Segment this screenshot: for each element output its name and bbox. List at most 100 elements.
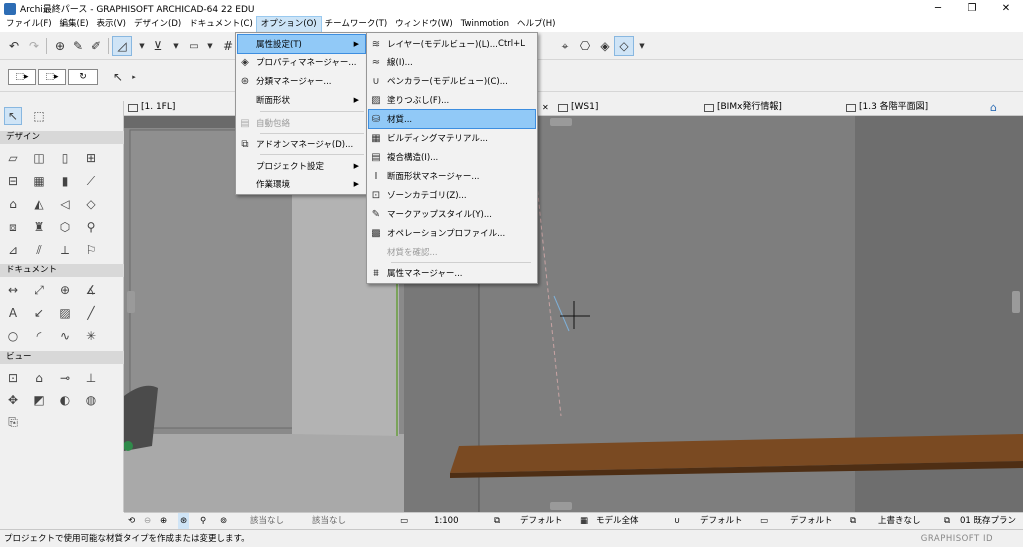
snap-guide-icon[interactable]: ⊻ xyxy=(148,36,168,56)
tab-floor-plans[interactable]: [1.3 各階平面図] xyxy=(846,99,928,116)
menu-item-pen-colors[interactable]: ∪ ペンカラー(モデルビュー)(C)... xyxy=(369,72,535,90)
grid-tool-icon[interactable]: ▦ xyxy=(30,172,48,190)
camera-tool-icon[interactable]: ◍ xyxy=(82,391,100,409)
marquee-mode-icon[interactable]: ⬚▸ xyxy=(38,69,66,85)
close-button[interactable]: ✕ xyxy=(989,0,1023,17)
lamp-tool-icon[interactable]: ⚲ xyxy=(82,218,100,236)
menu-file[interactable]: ファイル(F) xyxy=(2,17,56,32)
menu-item-addon-manager[interactable]: ⧉ アドオンマネージャ(D)... xyxy=(238,135,365,153)
right-edge-handle[interactable] xyxy=(1012,291,1020,313)
skylight-tool-icon[interactable]: ◁ xyxy=(56,195,74,213)
arc-tool-icon[interactable]: ◜ xyxy=(30,327,48,345)
hotspot-tool-icon[interactable]: ✳ xyxy=(82,327,100,345)
3d-document-icon[interactable]: ◐ xyxy=(56,391,74,409)
menu-item-materials[interactable]: ⛁ 材質... xyxy=(368,109,536,129)
redo-icon[interactable]: ↷ xyxy=(24,36,44,56)
menu-item-attribute-settings[interactable]: 属性設定(T) ▶ xyxy=(237,34,366,54)
3d-style-icon[interactable]: ◇ xyxy=(614,36,634,56)
zoom-in-icon[interactable]: ⊕ xyxy=(160,513,167,530)
tab-ws1[interactable]: [WS1] xyxy=(558,99,598,116)
undo-icon[interactable]: ↶ xyxy=(4,36,24,56)
close-tab-icon[interactable]: ✕ xyxy=(542,99,549,116)
renovation-value[interactable]: 01 既存プラン xyxy=(960,513,1016,530)
slab-tool-icon[interactable]: ⟋ xyxy=(82,172,100,190)
selection-mode-icon[interactable]: ⬚▸ xyxy=(8,69,36,85)
fill-tool-icon[interactable]: ▨ xyxy=(56,304,74,322)
menu-edit[interactable]: 編集(E) xyxy=(56,17,93,32)
circle-tool-icon[interactable]: ○ xyxy=(4,327,22,345)
wall-tool-icon[interactable]: ▱ xyxy=(4,149,22,167)
scale-value[interactable]: 1:100 xyxy=(434,513,459,530)
menu-item-zone-categories[interactable]: ⊡ ゾーンカテゴリ(Z)... xyxy=(369,186,535,204)
section-view[interactable]: ビュー xyxy=(0,351,124,364)
door-tool-icon[interactable]: ◫ xyxy=(30,149,48,167)
shell-tool-icon[interactable]: ◭ xyxy=(30,195,48,213)
menu-design[interactable]: デザイン(D) xyxy=(130,17,185,32)
elevation-view-icon[interactable]: ⌂ xyxy=(30,369,48,387)
column-tool-icon[interactable]: ▯ xyxy=(56,149,74,167)
level-dimension-icon[interactable]: ⤢ xyxy=(30,281,48,299)
dropdown-arrow-icon[interactable]: ▸ xyxy=(124,67,144,87)
elevation-tool-icon[interactable]: ⊕ xyxy=(56,281,74,299)
marquee-tool-icon[interactable]: ⬚ xyxy=(30,107,48,125)
detail-tool-icon[interactable]: ✥ xyxy=(4,391,22,409)
model-view-value[interactable]: モデル全体 xyxy=(596,513,639,530)
menu-item-layers[interactable]: ≋ レイヤー(モデルビュー)(L)... Ctrl+L xyxy=(369,35,535,53)
roof-tool-icon[interactable]: ⌂ xyxy=(4,195,22,213)
tab-1fl[interactable]: [1. 1FL] xyxy=(128,99,175,116)
rotate-view-icon[interactable]: ↻ xyxy=(68,69,98,85)
curtain-wall-icon[interactable]: ⊟ xyxy=(4,172,22,190)
menu-item-fills[interactable]: ▨ 塗りつぶし(F)... xyxy=(369,91,535,109)
redo-zoom-label[interactable]: 該当なし xyxy=(312,513,346,530)
menu-item-attribute-manager[interactable]: ⩩ 属性マネージャー... xyxy=(369,264,535,282)
guide-line-icon[interactable]: ◿ xyxy=(112,36,132,56)
eyedropper-icon[interactable]: ✎ xyxy=(68,36,88,56)
undo-zoom-label[interactable]: 該当なし xyxy=(250,513,284,530)
menu-help[interactable]: ヘルプ(H) xyxy=(513,17,560,32)
menu-item-project-settings[interactable]: プロジェクト設定 ▶ xyxy=(238,157,365,175)
text-tool-icon[interactable]: A xyxy=(4,304,22,322)
section-tool-icon[interactable]: ⊡ xyxy=(4,369,22,387)
angle-dimension-icon[interactable]: ∡ xyxy=(82,281,100,299)
fit-icon[interactable]: ⊚ xyxy=(220,513,227,530)
home-icon[interactable]: ⌂ xyxy=(990,99,997,116)
pick-up-icon[interactable]: ⊕ xyxy=(50,36,70,56)
menu-options[interactable]: オプション(O) xyxy=(255,16,322,33)
worksheet-tool-icon[interactable]: ⊥ xyxy=(82,369,100,387)
morph-tool-icon[interactable]: ◇ xyxy=(82,195,100,213)
menu-item-composites[interactable]: ▤ 複合構造(I)... xyxy=(369,148,535,166)
menu-item-building-materials[interactable]: ▦ ビルディングマテリアル... xyxy=(369,129,535,147)
view-icon[interactable]: ⌖ xyxy=(555,36,575,56)
dropdown-arrow-icon[interactable]: ▼ xyxy=(200,36,220,56)
zone-tool-icon[interactable]: ⬡ xyxy=(56,218,74,236)
menu-document[interactable]: ドキュメント(C) xyxy=(185,17,257,32)
line-tool-icon[interactable]: ╱ xyxy=(82,304,100,322)
top-edge-handle[interactable] xyxy=(550,118,572,126)
dimension-value[interactable]: デフォルト xyxy=(790,513,833,530)
tab-bimx[interactable]: [BIMx発行情報] xyxy=(704,99,782,116)
menu-item-profile[interactable]: 断面形状 ▶ xyxy=(238,91,365,109)
left-edge-handle[interactable] xyxy=(127,291,135,313)
menu-item-markup-styles[interactable]: ✎ マークアップスタイル(Y)... xyxy=(369,205,535,223)
menu-item-property-manager[interactable]: ◈ プロパティマネージャー... xyxy=(238,53,365,71)
camera-icon[interactable]: ⎔ xyxy=(575,36,595,56)
change-tool-icon[interactable]: ◩ xyxy=(30,391,48,409)
section-document[interactable]: ドキュメント xyxy=(0,264,124,277)
rotate-icon[interactable]: ⟲ xyxy=(128,513,135,530)
syringe-icon[interactable]: ✐ xyxy=(86,36,106,56)
orbit-icon[interactable]: ⊛ xyxy=(178,513,190,530)
menu-item-lines[interactable]: ≈ 線(I)... xyxy=(369,53,535,71)
dropdown-arrow-icon[interactable]: ▼ xyxy=(632,36,652,56)
railing-tool-icon[interactable]: ⫽ xyxy=(30,241,48,259)
camera-path-icon[interactable]: ⎘ xyxy=(4,413,22,431)
layer-combo-value[interactable]: デフォルト xyxy=(520,513,563,530)
minimize-button[interactable]: ─ xyxy=(921,0,955,17)
menu-view[interactable]: 表示(V) xyxy=(93,17,130,32)
object-tool-icon[interactable]: ♜ xyxy=(30,218,48,236)
walk-icon[interactable]: ⚲ xyxy=(200,513,206,530)
pin-tool-icon[interactable]: ⚐ xyxy=(82,241,100,259)
spline-tool-icon[interactable]: ∿ xyxy=(56,327,74,345)
dimension-tool-icon[interactable]: ↔ xyxy=(4,281,22,299)
menu-item-classification-manager[interactable]: ⊛ 分類マネージャー... xyxy=(238,72,365,90)
zoom-out-icon[interactable]: ⊖ xyxy=(144,513,151,530)
